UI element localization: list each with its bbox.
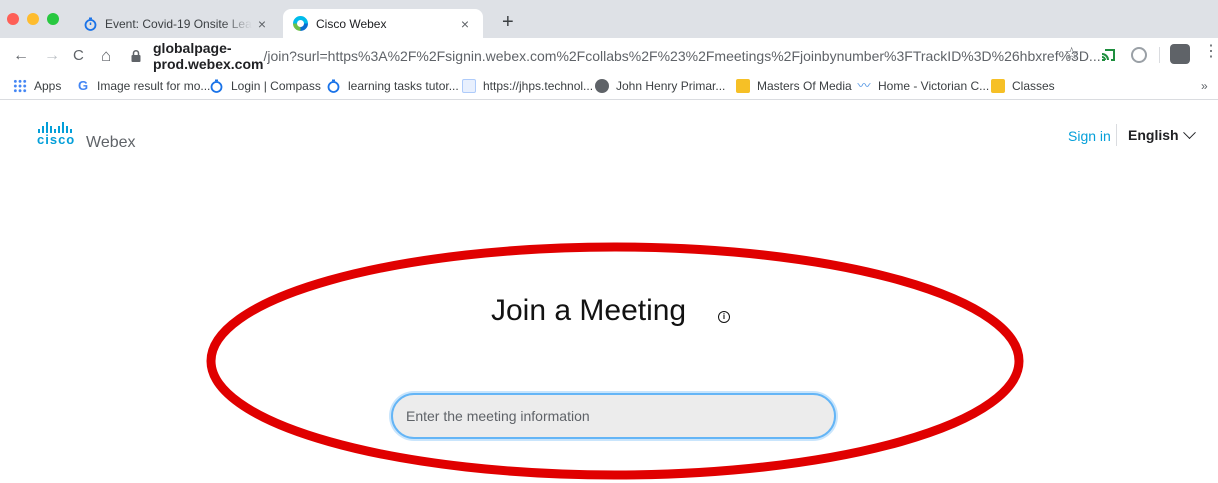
bookmarks-bar: Apps G Image result for mo... Login | Co…: [0, 74, 1218, 100]
browser-toolbar: ← → C ⌂ globalpage-prod.webex.com/join?s…: [0, 38, 1218, 74]
bookmark-image-result[interactable]: G Image result for mo...: [76, 78, 211, 94]
tab-title: Cisco Webex: [316, 16, 387, 31]
stopwatch-icon: [327, 79, 341, 93]
bookmark-apps[interactable]: Apps: [13, 79, 61, 93]
chevron-down-icon: [1182, 125, 1196, 139]
bookmark-label: Image result for mo...: [97, 79, 211, 93]
browser-tab-strip: Event: Covid-19 Onsite Learners × Cisco …: [0, 0, 1218, 38]
stopwatch-icon: [210, 79, 224, 93]
browser-menu-icon[interactable]: ⋮: [1203, 44, 1218, 60]
stopwatch-icon: [84, 17, 97, 31]
lock-icon: [130, 49, 142, 63]
bookmark-jhps[interactable]: https://jhps.technol...: [462, 79, 593, 93]
bookmarks-overflow-button[interactable]: »: [1201, 79, 1208, 93]
wave-icon: 〰: [857, 78, 871, 93]
apps-grid-icon: [13, 79, 27, 93]
back-button[interactable]: ←: [13, 47, 29, 65]
bookmark-label: Masters Of Media: [757, 79, 852, 93]
close-window-button[interactable]: [7, 13, 19, 25]
webex-wordmark: Webex: [86, 134, 136, 151]
bookmark-star-icon[interactable]: ☆: [1064, 44, 1079, 64]
bookmark-label: Classes: [1012, 79, 1055, 93]
tab-title: Event: Covid-19 Onsite Learners: [105, 16, 252, 31]
language-label: English: [1128, 127, 1179, 143]
bookmark-classes[interactable]: Classes: [991, 79, 1055, 93]
bookmark-label: John Henry Primar...: [616, 79, 726, 93]
globe-icon: [595, 79, 609, 93]
header-divider: [1116, 124, 1117, 146]
tab-cisco-webex[interactable]: Cisco Webex ×: [283, 9, 483, 38]
close-tab-icon[interactable]: ×: [455, 16, 475, 32]
document-icon: [462, 79, 476, 93]
annotation-ellipse: [206, 242, 1024, 480]
cisco-wordmark: cisco: [37, 132, 76, 147]
cisco-webex-logo[interactable]: cisco Webex: [37, 122, 136, 151]
google-icon: G: [77, 78, 89, 93]
toolbar-divider: [1159, 47, 1160, 63]
close-tab-icon[interactable]: ×: [252, 16, 272, 32]
address-bar[interactable]: globalpage-prod.webex.com/join?surl=http…: [130, 40, 1101, 72]
cast-extension-icon[interactable]: [1100, 47, 1116, 63]
bookmark-victorian-c[interactable]: 〰 Home - Victorian C...: [857, 78, 990, 94]
bookmark-john-henry[interactable]: John Henry Primar...: [595, 79, 725, 93]
url-host: globalpage-prod.webex.com: [153, 40, 264, 72]
bookmark-learning-tasks[interactable]: learning tasks tutor...: [327, 79, 459, 93]
language-selector[interactable]: English: [1128, 125, 1196, 143]
classroom-icon: [736, 79, 750, 93]
extension-circle-icon[interactable]: [1131, 47, 1147, 63]
forward-button[interactable]: →: [44, 47, 60, 65]
bookmark-label: Login | Compass: [231, 79, 321, 93]
maximize-window-button[interactable]: [47, 13, 59, 25]
tab-event-covid[interactable]: Event: Covid-19 Onsite Learners ×: [75, 9, 280, 38]
bookmark-label: learning tasks tutor...: [348, 79, 459, 93]
minimize-window-button[interactable]: [27, 13, 39, 25]
home-button[interactable]: ⌂: [101, 47, 111, 65]
webex-favicon-icon: [293, 16, 308, 31]
bookmark-compass-login[interactable]: Login | Compass: [210, 79, 321, 93]
bookmark-label: https://jhps.technol...: [483, 79, 594, 93]
profile-avatar[interactable]: [1170, 44, 1190, 64]
classroom-icon: [991, 79, 1005, 93]
bookmark-label: Home - Victorian C...: [878, 79, 990, 93]
bookmark-masters-of-media[interactable]: Masters Of Media: [736, 79, 852, 93]
reload-button[interactable]: C: [73, 47, 84, 65]
sign-in-link[interactable]: Sign in: [1068, 128, 1111, 144]
url-path: /join?surl=https%3A%2F%2Fsignin.webex.co…: [263, 48, 1101, 64]
bookmark-label: Apps: [34, 79, 62, 93]
new-tab-button[interactable]: +: [502, 12, 514, 32]
